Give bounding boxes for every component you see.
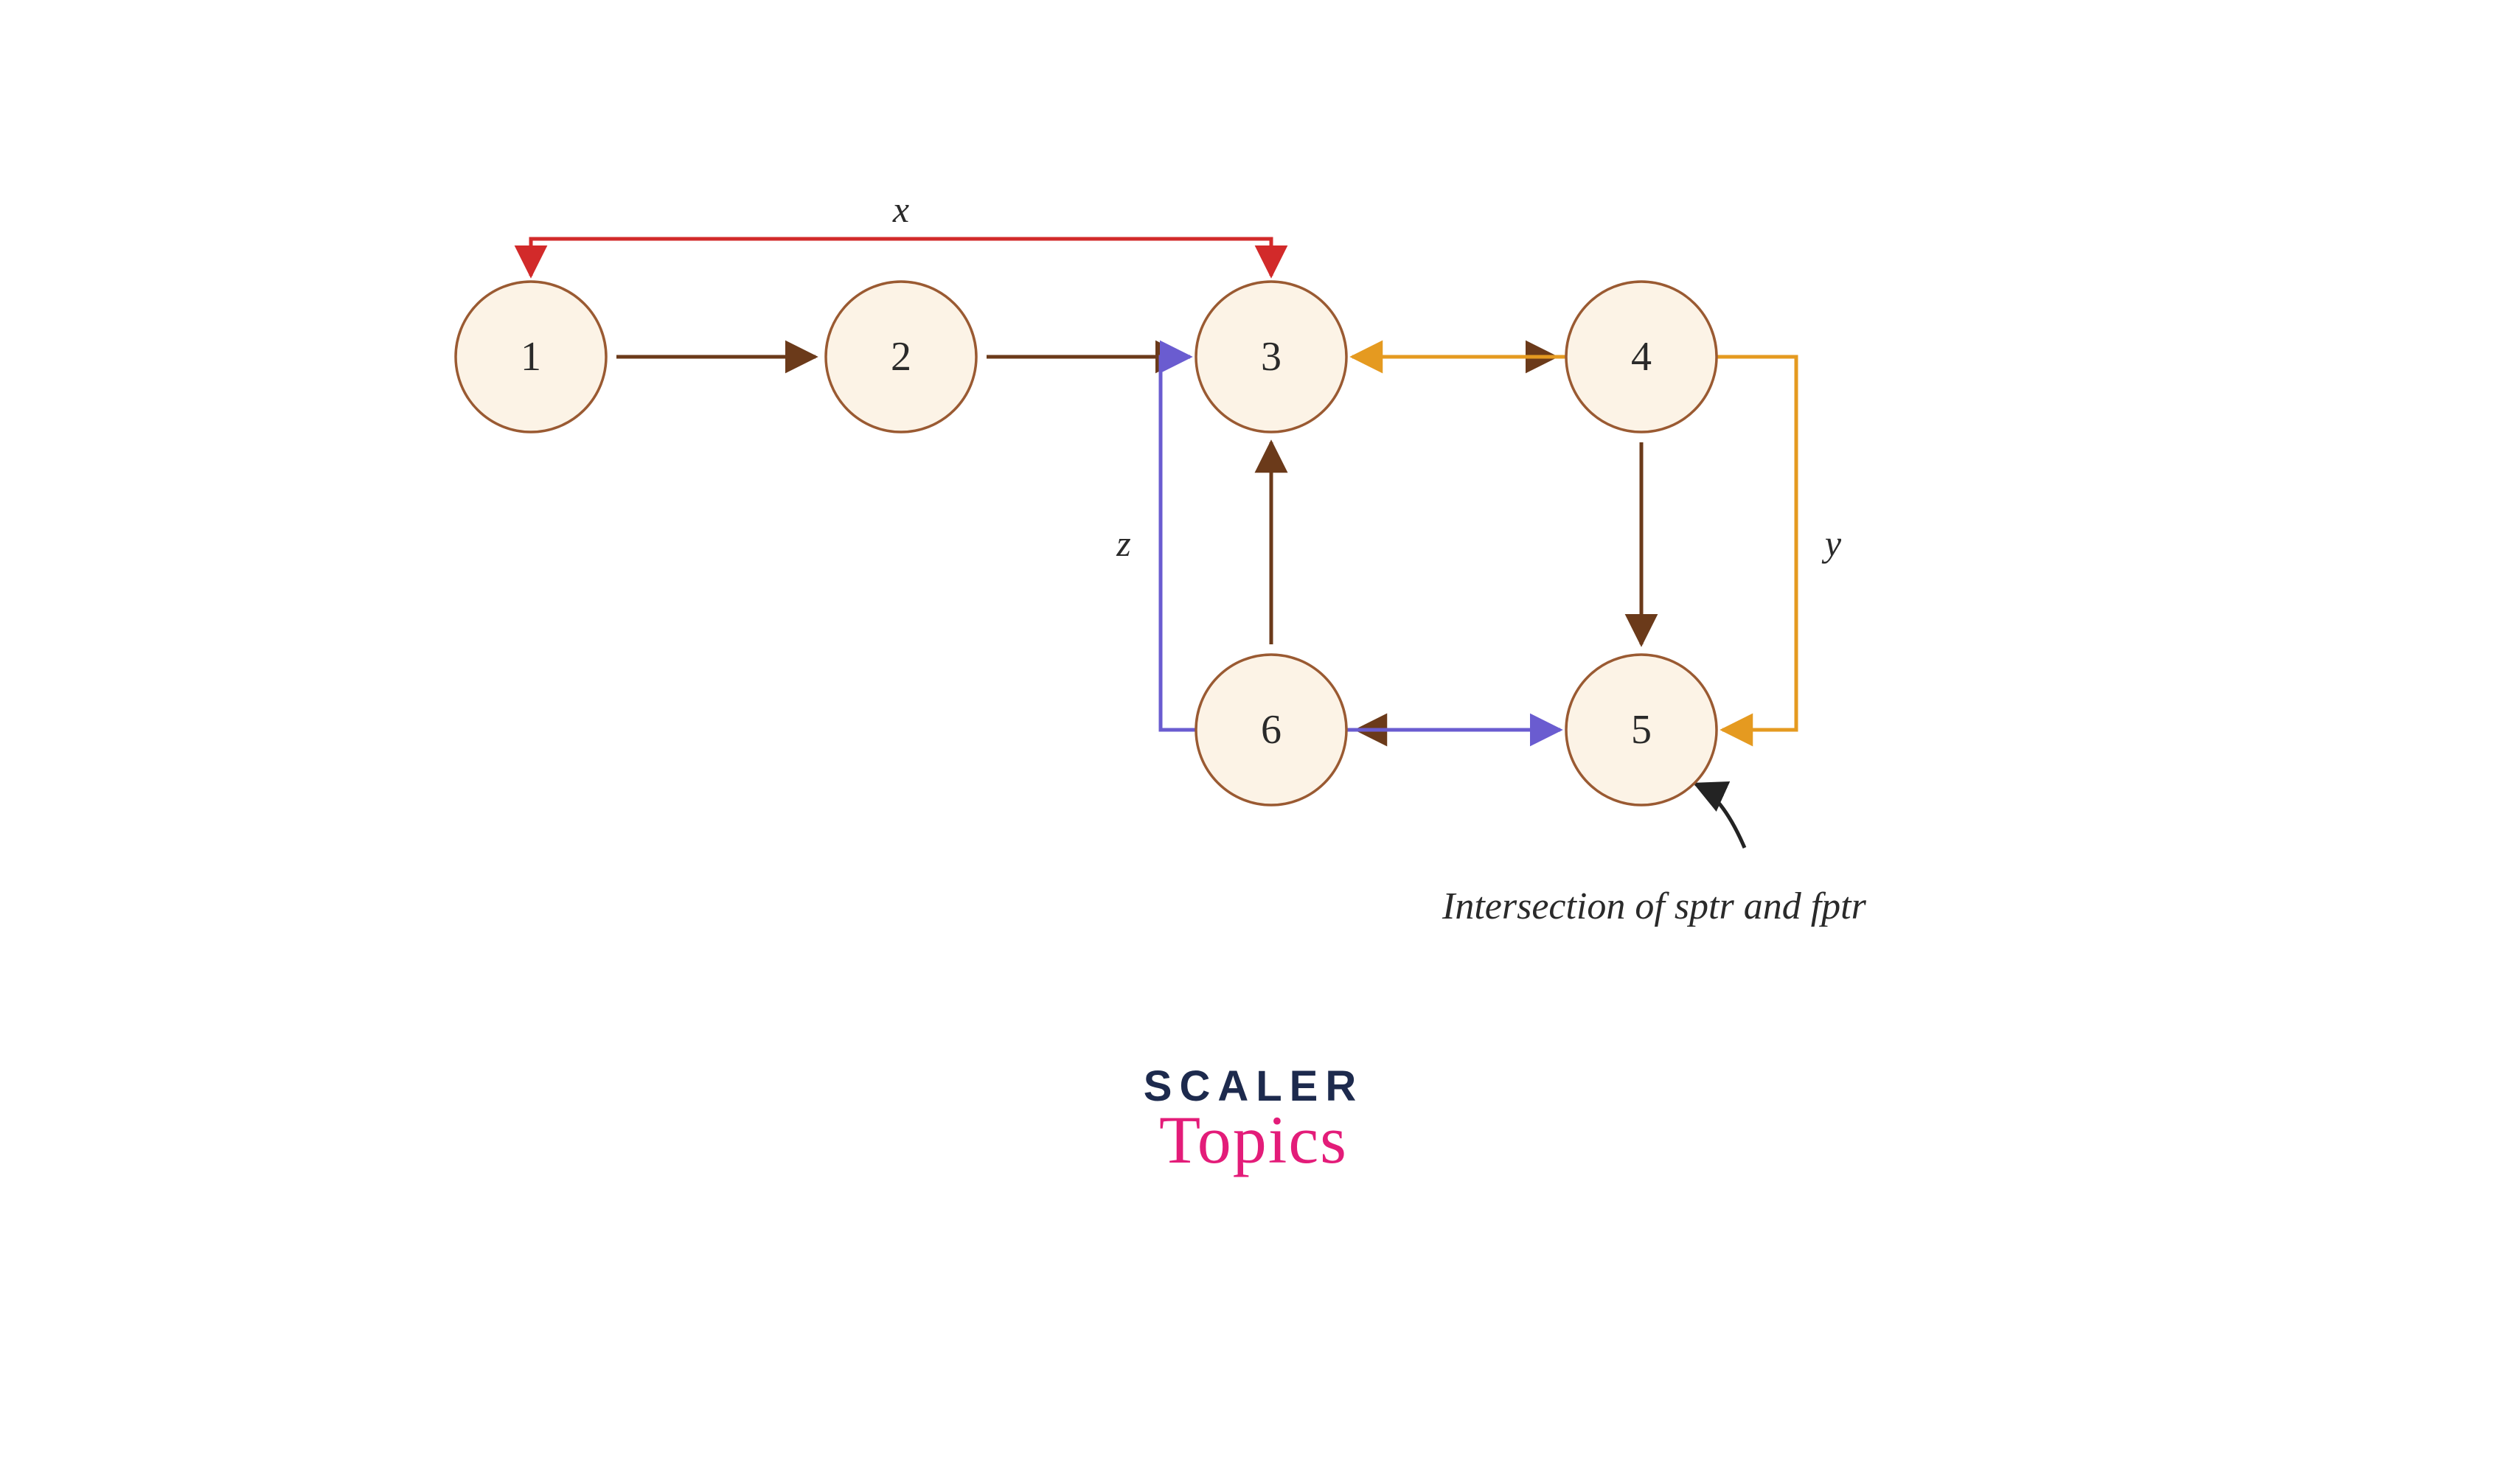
- node-4: 4: [1566, 282, 1717, 432]
- diagram-stage: x y z Intersection of sptr and fptr 1 2 3 4 5 6 S…: [0, 0, 2507, 1484]
- svg-text:2: 2: [891, 334, 911, 380]
- span-y: [1352, 357, 1796, 730]
- diagram-svg: x y z Intersection of sptr and fptr 1 2 3 4 5 6: [0, 0, 2507, 1484]
- logo-line-2: Topics: [1144, 1101, 1363, 1179]
- span-label-z: z: [1116, 523, 1130, 564]
- node-6: 6: [1196, 655, 1346, 805]
- svg-text:1: 1: [521, 334, 541, 380]
- svg-text:5: 5: [1631, 707, 1652, 753]
- node-3: 3: [1196, 282, 1346, 432]
- node-2: 2: [826, 282, 976, 432]
- svg-text:4: 4: [1631, 334, 1652, 380]
- node-1: 1: [456, 282, 606, 432]
- intersection-pointer-arrow: [1695, 784, 1745, 848]
- span-label-y: y: [1821, 523, 1842, 564]
- svg-text:3: 3: [1261, 334, 1282, 380]
- node-5: 5: [1566, 655, 1717, 805]
- span-label-x: x: [892, 189, 909, 230]
- intersection-label: Intersection of sptr and fptr: [1442, 885, 1867, 927]
- svg-text:6: 6: [1261, 707, 1282, 753]
- brand-logo: SCALER Topics: [1144, 1062, 1363, 1179]
- span-x: [531, 239, 1271, 276]
